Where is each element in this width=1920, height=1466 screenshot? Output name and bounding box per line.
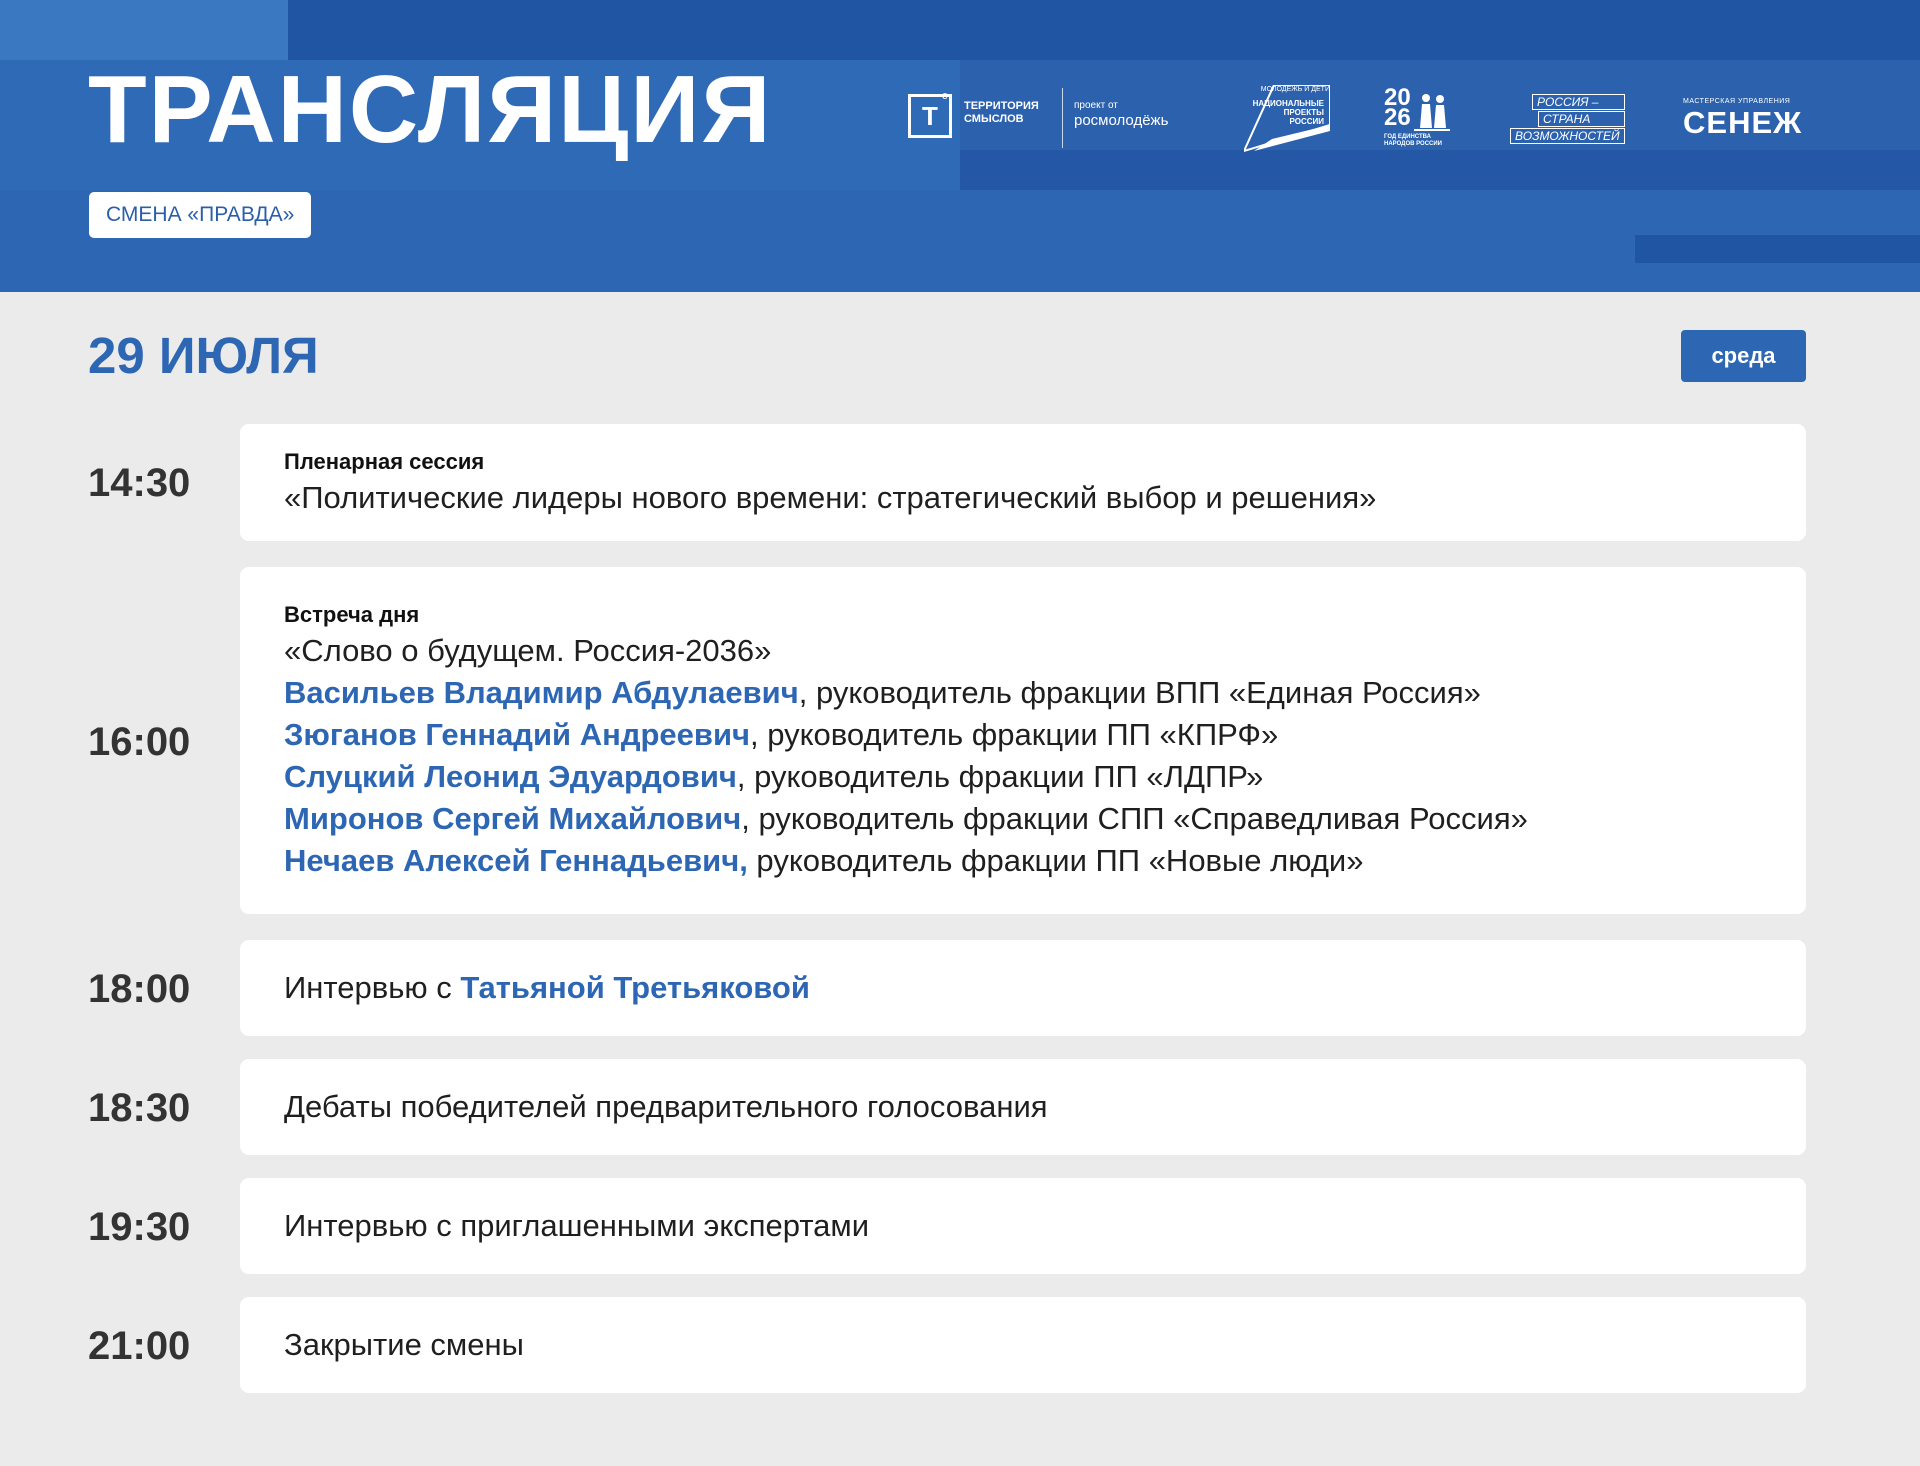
speaker-line: Миронов Сергей Михайлович, руководитель …: [284, 798, 1762, 840]
national-projects-logo: МОЛОДЁЖЬ И ДЕТИ НАЦИОНАЛЬНЫЕ ПРОЕКТЫ РОС…: [1244, 85, 1330, 153]
event-type: Встреча дня: [284, 601, 420, 627]
weekday-badge: среда: [1681, 330, 1806, 382]
speaker-name: Васильев Владимир Абдулаевич: [284, 674, 799, 710]
event-card: Интервью с Татьяной Третьяковой: [240, 940, 1806, 1036]
banner-shape: [1635, 235, 1920, 263]
event-time: 14:30: [88, 461, 191, 505]
interviewee-name: Татьяной Третьяковой: [460, 970, 810, 1005]
event-title: Дебаты победителей предварительного голо…: [284, 1089, 1048, 1124]
event-time: 16:00: [88, 720, 191, 764]
monument-icon: [1414, 94, 1450, 131]
event-title: «Политические лидеры нового времени: стр…: [284, 479, 1377, 515]
year-2026-logo: 20 26 ГОД ЕДИНСТВА НАРОДОВ РОССИИ: [1384, 86, 1458, 154]
event-time: 18:30: [88, 1086, 191, 1130]
senezh-logo: МАСТЕРСКАЯ УПРАВЛЕНИЯ СЕНЕЖ: [1683, 98, 1803, 140]
event-time: 21:00: [88, 1324, 191, 1368]
event-type: Пленарная сессия: [284, 448, 485, 474]
speaker-line: Нечаев Алексей Геннадьевич, руководитель…: [284, 840, 1762, 882]
event-title: «Слово о будущем. Россия-2036»: [284, 632, 772, 668]
speaker-name: Слуцкий Леонид Эдуардович: [284, 758, 737, 794]
event-time: 18:00: [88, 967, 191, 1011]
event-title: Интервью с Татьяной Третьяковой: [284, 970, 810, 1005]
speaker-name: Миронов Сергей Михайлович: [284, 800, 742, 836]
speaker-line: Васильев Владимир Абдулаевич, руководите…: [284, 672, 1762, 714]
speaker-role: , руководитель фракции СПП «Справедливая…: [741, 800, 1528, 836]
event-card: Закрытие смены: [240, 1297, 1806, 1393]
speaker-role: , руководитель фракции ВПП «Единая Росси…: [798, 674, 1481, 710]
speaker-name: Зюганов Геннадий Андреевич: [284, 716, 751, 752]
date-label: 29 ИЮЛЯ: [88, 327, 319, 384]
speaker-role: , руководитель фракции ПП «КПРФ»: [750, 716, 1279, 752]
event-card: Интервью с приглашенными экспертами: [240, 1178, 1806, 1274]
russia-opportunities-logo: РОССИЯ – СТРАНА ВОЗМОЖНОСТЕЙ: [1510, 94, 1628, 144]
speaker-line: Зюганов Геннадий Андреевич, руководитель…: [284, 714, 1762, 756]
speaker-role: , руководитель фракции ПП «ЛДПР»: [736, 758, 1264, 794]
shift-badge[interactable]: СМЕНА «ПРАВДА»: [89, 192, 312, 238]
banner-shape: [288, 0, 1920, 60]
event-card: Пленарная сессия «Политические лидеры но…: [240, 424, 1806, 541]
event-title: Интервью с приглашенными экспертами: [284, 1208, 870, 1243]
banner-shape: [960, 150, 1920, 190]
event-time: 19:30: [88, 1205, 191, 1249]
speaker-name: Нечаев Алексей Геннадьевич,: [284, 842, 748, 878]
event-card: Встреча дня «Слово о будущем. Россия-203…: [240, 567, 1806, 914]
banner-shape: [0, 0, 288, 60]
event-title: Закрытие смены: [284, 1327, 524, 1362]
event-card: Дебаты победителей предварительного голо…: [240, 1059, 1806, 1155]
speaker-role: руководитель фракции ПП «Новые люди»: [747, 842, 1364, 878]
header-banner: ТРАНСЛЯЦИЯ СМЕНА «ПРАВДА» Т с ТЕРРИТОРИЯ…: [0, 0, 1920, 292]
speaker-line: Слуцкий Леонид Эдуардович, руководитель …: [284, 756, 1762, 798]
territory-smyslov-logo: Т с ТЕРРИТОРИЯ СМЫСЛОВ проект от росмоло…: [908, 88, 1198, 148]
page-title: ТРАНСЛЯЦИЯ: [88, 56, 773, 163]
